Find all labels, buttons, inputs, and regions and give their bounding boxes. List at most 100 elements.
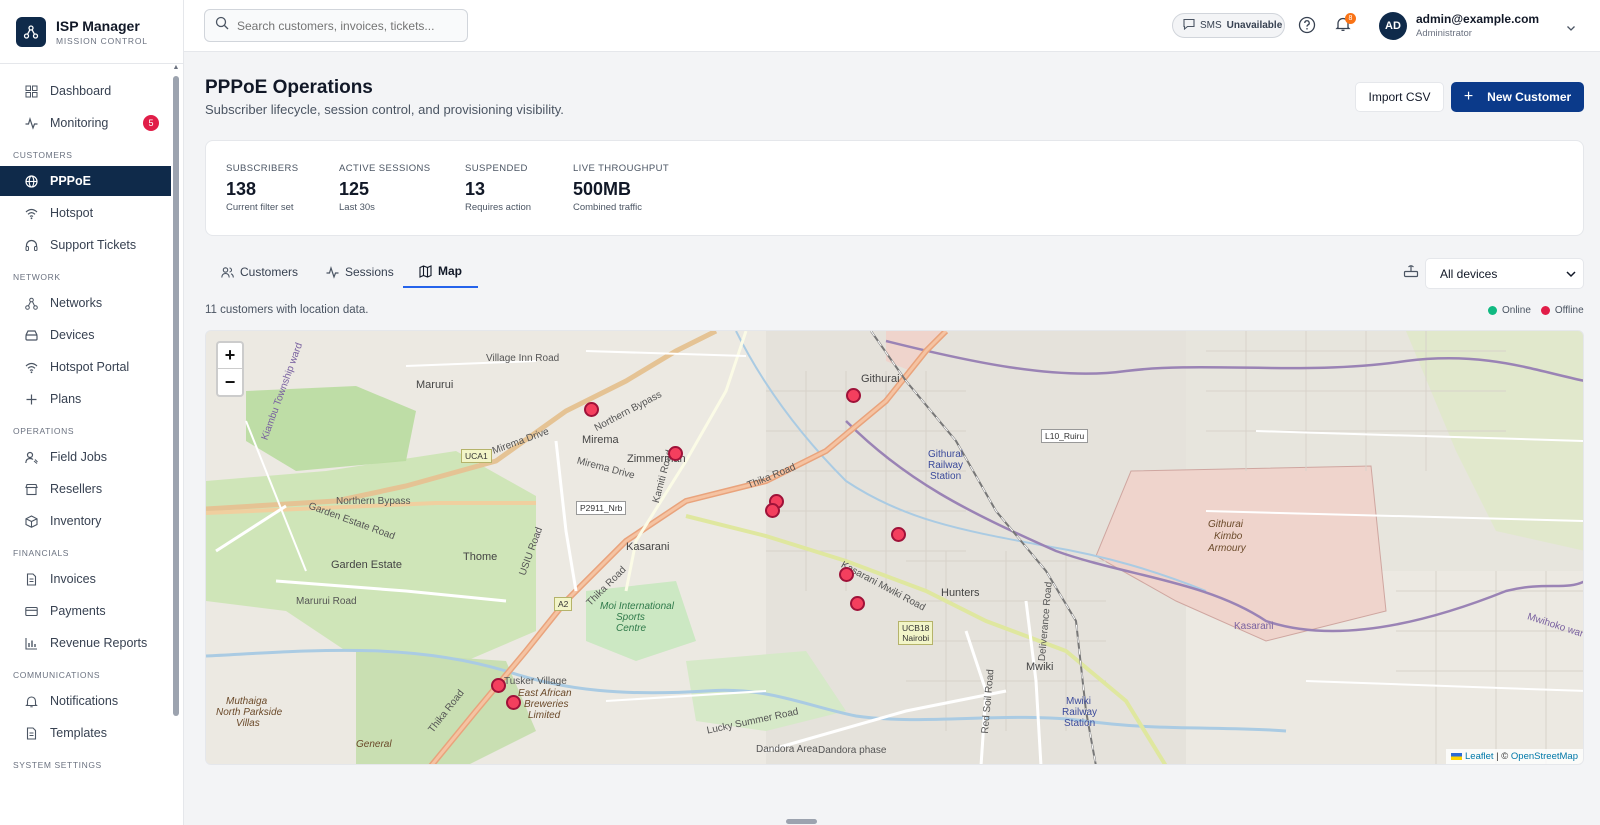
sidebar-item-devices[interactable]: Devices	[0, 320, 171, 350]
map-label-kimbo-3: Armoury	[1208, 543, 1246, 554]
customer-marker[interactable]	[765, 503, 780, 518]
tab-customers[interactable]: Customers	[205, 256, 314, 288]
map-label-tusker: Tusker Village	[504, 676, 567, 687]
customer-marker[interactable]	[668, 446, 683, 461]
road-shield-a2: A2	[554, 597, 573, 611]
sidebar-item-plans[interactable]: Plans	[0, 384, 171, 414]
nav-section-communications: COMMUNICATIONS	[13, 670, 101, 680]
stat-value: 125	[339, 179, 370, 199]
brand[interactable]: ISP Manager MISSION CONTROL	[0, 0, 183, 64]
sms-status-pill[interactable]: SMS Unavailable	[1172, 13, 1285, 38]
map-label-githurai: Githurai	[861, 373, 900, 385]
sidebar-item-resellers[interactable]: Resellers	[0, 474, 171, 504]
tab-map[interactable]: Map	[403, 256, 478, 288]
nav-section-financials: FINANCIALS	[13, 548, 70, 558]
stats-card: SUBSCRIBERS 138 Current filter set ACTIV…	[205, 140, 1584, 236]
resize-handle[interactable]	[786, 819, 817, 824]
headset-icon	[24, 238, 38, 252]
globe-icon	[24, 174, 38, 188]
sidebar-scrollbar[interactable]: ▲	[172, 64, 180, 825]
map-label-moi-3: Centre	[616, 623, 647, 634]
new-customer-label: New Customer	[1487, 90, 1572, 104]
sidebar-item-hotspot-portal[interactable]: Hotspot Portal	[0, 352, 171, 382]
sidebar-item-templates[interactable]: Templates	[0, 718, 171, 748]
activity-icon	[326, 265, 339, 279]
map-tiles	[206, 331, 1583, 764]
file-icon	[24, 572, 38, 586]
sidebar-item-dashboard[interactable]: Dashboard	[0, 76, 171, 106]
sidebar-item-label: Resellers	[50, 482, 103, 496]
sidebar-item-revenue-reports[interactable]: Revenue Reports	[0, 628, 171, 658]
customer-marker[interactable]	[491, 678, 506, 693]
sidebar-item-inventory[interactable]: Inventory	[0, 506, 171, 536]
sidebar-item-label: Templates	[50, 726, 107, 740]
message-icon	[1183, 18, 1195, 33]
sidebar-item-invoices[interactable]: Invoices	[0, 564, 171, 594]
chevron-down-icon[interactable]	[1566, 20, 1576, 38]
scroll-up-icon[interactable]: ▲	[172, 64, 180, 72]
search-input[interactable]	[237, 18, 457, 33]
tab-label: Customers	[240, 265, 299, 279]
map-label-dandora-phase: Dandora phase	[818, 745, 887, 756]
global-search[interactable]	[204, 9, 468, 42]
customer-map[interactable]: Marurui Mirema Zimmerman Githurai Kasara…	[205, 330, 1584, 765]
map-label-village-inn: Village Inn Road	[486, 353, 560, 364]
sidebar-item-notifications[interactable]: Notifications	[0, 686, 171, 716]
sidebar-item-support-tickets[interactable]: Support Tickets	[0, 230, 171, 260]
zoom-control: + −	[216, 341, 244, 397]
sidebar-item-label: Hotspot Portal	[50, 360, 130, 374]
network-logo-icon	[16, 16, 46, 47]
sidebar-item-hotspot[interactable]: Hotspot	[0, 198, 171, 228]
sidebar-item-label: Payments	[50, 604, 106, 618]
search-icon	[215, 16, 229, 35]
stat-label: LIVE THROUGHPUT	[573, 163, 670, 174]
sidebar-item-label: Plans	[50, 392, 82, 406]
map-label-kasarani-ward: Kasarani	[1234, 621, 1274, 632]
zoom-out-button[interactable]: −	[218, 369, 242, 395]
sidebar-item-label: Revenue Reports	[50, 636, 148, 650]
sidebar-item-field-jobs[interactable]: Field Jobs	[0, 442, 171, 472]
attribution-separator: | ©	[1493, 751, 1511, 762]
customer-marker[interactable]	[891, 527, 906, 542]
avatar[interactable]: AD	[1379, 12, 1407, 40]
user-wrench-icon	[24, 450, 38, 464]
legend-offline: Offline	[1540, 305, 1584, 316]
sidebar-item-networks[interactable]: Networks	[0, 288, 171, 318]
road-shield-ucb18-line2: Nairobi	[902, 633, 930, 643]
sms-status: Unavailable	[1226, 20, 1283, 31]
sidebar-scroll-thumb[interactable]	[173, 76, 179, 716]
sidebar-item-label: Inventory	[50, 514, 102, 528]
bar-chart-icon	[24, 636, 38, 650]
map-label-kasarani: Kasarani	[626, 541, 670, 553]
sidebar-item-pppoe[interactable]: PPPoE	[0, 166, 171, 196]
sidebar-item-payments[interactable]: Payments	[0, 596, 171, 626]
user-menu[interactable]: admin@example.com Administrator	[1416, 12, 1539, 39]
activity-icon	[24, 116, 38, 130]
stat-label: ACTIVE SESSIONS	[339, 163, 431, 174]
user-email: admin@example.com	[1416, 12, 1540, 26]
file-icon	[24, 726, 38, 740]
map-label-muthaiga-3: Villas	[236, 718, 260, 729]
zoom-in-button[interactable]: +	[218, 343, 242, 369]
tab-sessions[interactable]: Sessions	[310, 256, 410, 288]
stat-label: SUSPENDED	[465, 163, 528, 174]
leaflet-link[interactable]: Leaflet	[1465, 751, 1494, 762]
notifications-button[interactable]: 8	[1335, 13, 1356, 34]
openstreetmap-link[interactable]: OpenStreetMap	[1511, 751, 1578, 762]
import-csv-button[interactable]: Import CSV	[1355, 82, 1444, 112]
new-customer-button[interactable]: + New Customer	[1451, 82, 1584, 112]
map-label-marurui-road: Marurui Road	[296, 596, 357, 607]
sidebar-nav: Dashboard Monitoring 5 CUSTOMERS PPPoE H…	[0, 76, 171, 776]
sidebar-item-monitoring[interactable]: Monitoring 5	[0, 108, 171, 138]
customer-marker[interactable]	[506, 695, 521, 710]
customer-marker[interactable]	[584, 402, 599, 417]
road-shield-p2911: P2911_Nrb	[576, 501, 627, 515]
location-count: 11 customers with location data.	[205, 304, 369, 316]
customer-marker[interactable]	[846, 388, 861, 403]
customer-marker[interactable]	[850, 596, 865, 611]
users-icon	[221, 266, 234, 279]
customer-marker[interactable]	[839, 567, 854, 582]
network-icon	[24, 296, 38, 310]
help-button[interactable]	[1298, 16, 1316, 34]
device-filter-select[interactable]: All devices	[1425, 258, 1584, 289]
